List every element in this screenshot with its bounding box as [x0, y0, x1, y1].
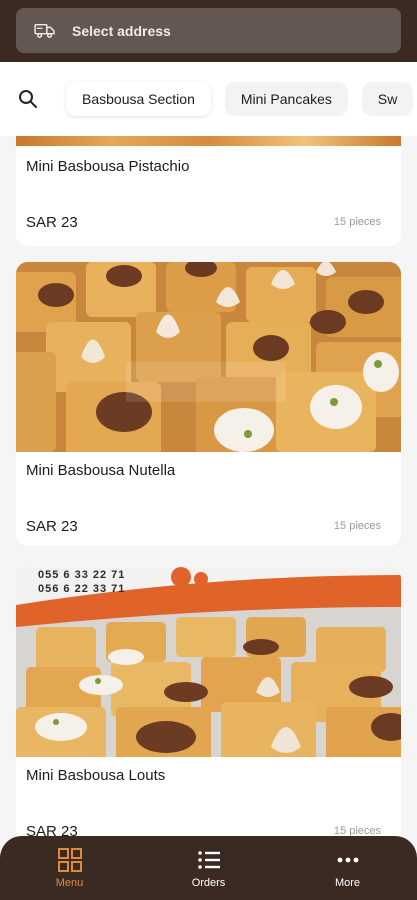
category-tabs: Basbousa Section Mini Pancakes Sw — [0, 62, 417, 136]
product-photo: 055 6 33 22 71 056 6 22 33 71 — [16, 567, 401, 757]
search-icon[interactable] — [18, 89, 38, 109]
product-price: SAR 23 — [26, 823, 78, 836]
product-price: SAR 23 — [26, 518, 78, 535]
phone-number: 056 6 22 33 71 — [38, 583, 126, 595]
nav-orders[interactable]: Orders — [139, 836, 278, 900]
product-card[interactable]: 055 6 33 22 71 056 6 22 33 71 Mini Basbo… — [16, 567, 401, 836]
top-header: Select address — [0, 0, 417, 62]
lotus-basbousa-image — [16, 567, 401, 757]
tab-sw[interactable]: Sw — [361, 82, 414, 116]
product-name: Mini Basbousa Pistachio — [26, 158, 190, 175]
nav-menu[interactable]: Menu — [0, 836, 139, 900]
product-quantity: 15 pieces — [333, 216, 381, 228]
product-quantity: 15 pieces — [333, 825, 381, 836]
select-address-button[interactable]: Select address — [16, 8, 401, 53]
product-quantity: 15 pieces — [333, 520, 381, 532]
product-photo — [16, 136, 401, 146]
tab-mini-pancakes[interactable]: Mini Pancakes — [224, 82, 348, 116]
more-dots-icon — [337, 857, 358, 863]
phone-number: 055 6 33 22 71 — [38, 569, 126, 581]
delivery-truck-icon — [34, 23, 55, 38]
product-card[interactable]: Mini Basbousa Pistachio SAR 23 15 pieces — [16, 136, 401, 246]
list-icon — [197, 851, 220, 869]
bottom-navigation: Menu Orders More — [0, 836, 417, 900]
product-name: Mini Basbousa Louts — [26, 767, 166, 784]
nutella-basbousa-image — [16, 262, 401, 452]
product-price: SAR 23 — [26, 214, 78, 231]
nav-menu-label: Menu — [55, 877, 84, 889]
grid-icon — [57, 848, 82, 872]
tab-basbousa-section[interactable]: Basbousa Section — [66, 82, 211, 116]
nav-orders-label: Orders — [191, 877, 226, 889]
product-photo — [16, 262, 401, 452]
product-name: Mini Basbousa Nutella — [26, 462, 176, 479]
product-card[interactable]: Mini Basbousa Nutella SAR 23 15 pieces — [16, 262, 401, 546]
product-list[interactable]: Mini Basbousa Pistachio SAR 23 15 pieces — [0, 136, 417, 836]
nav-more-label: More — [334, 877, 361, 889]
address-placeholder: Select address — [72, 22, 171, 39]
nav-more[interactable]: More — [278, 836, 417, 900]
